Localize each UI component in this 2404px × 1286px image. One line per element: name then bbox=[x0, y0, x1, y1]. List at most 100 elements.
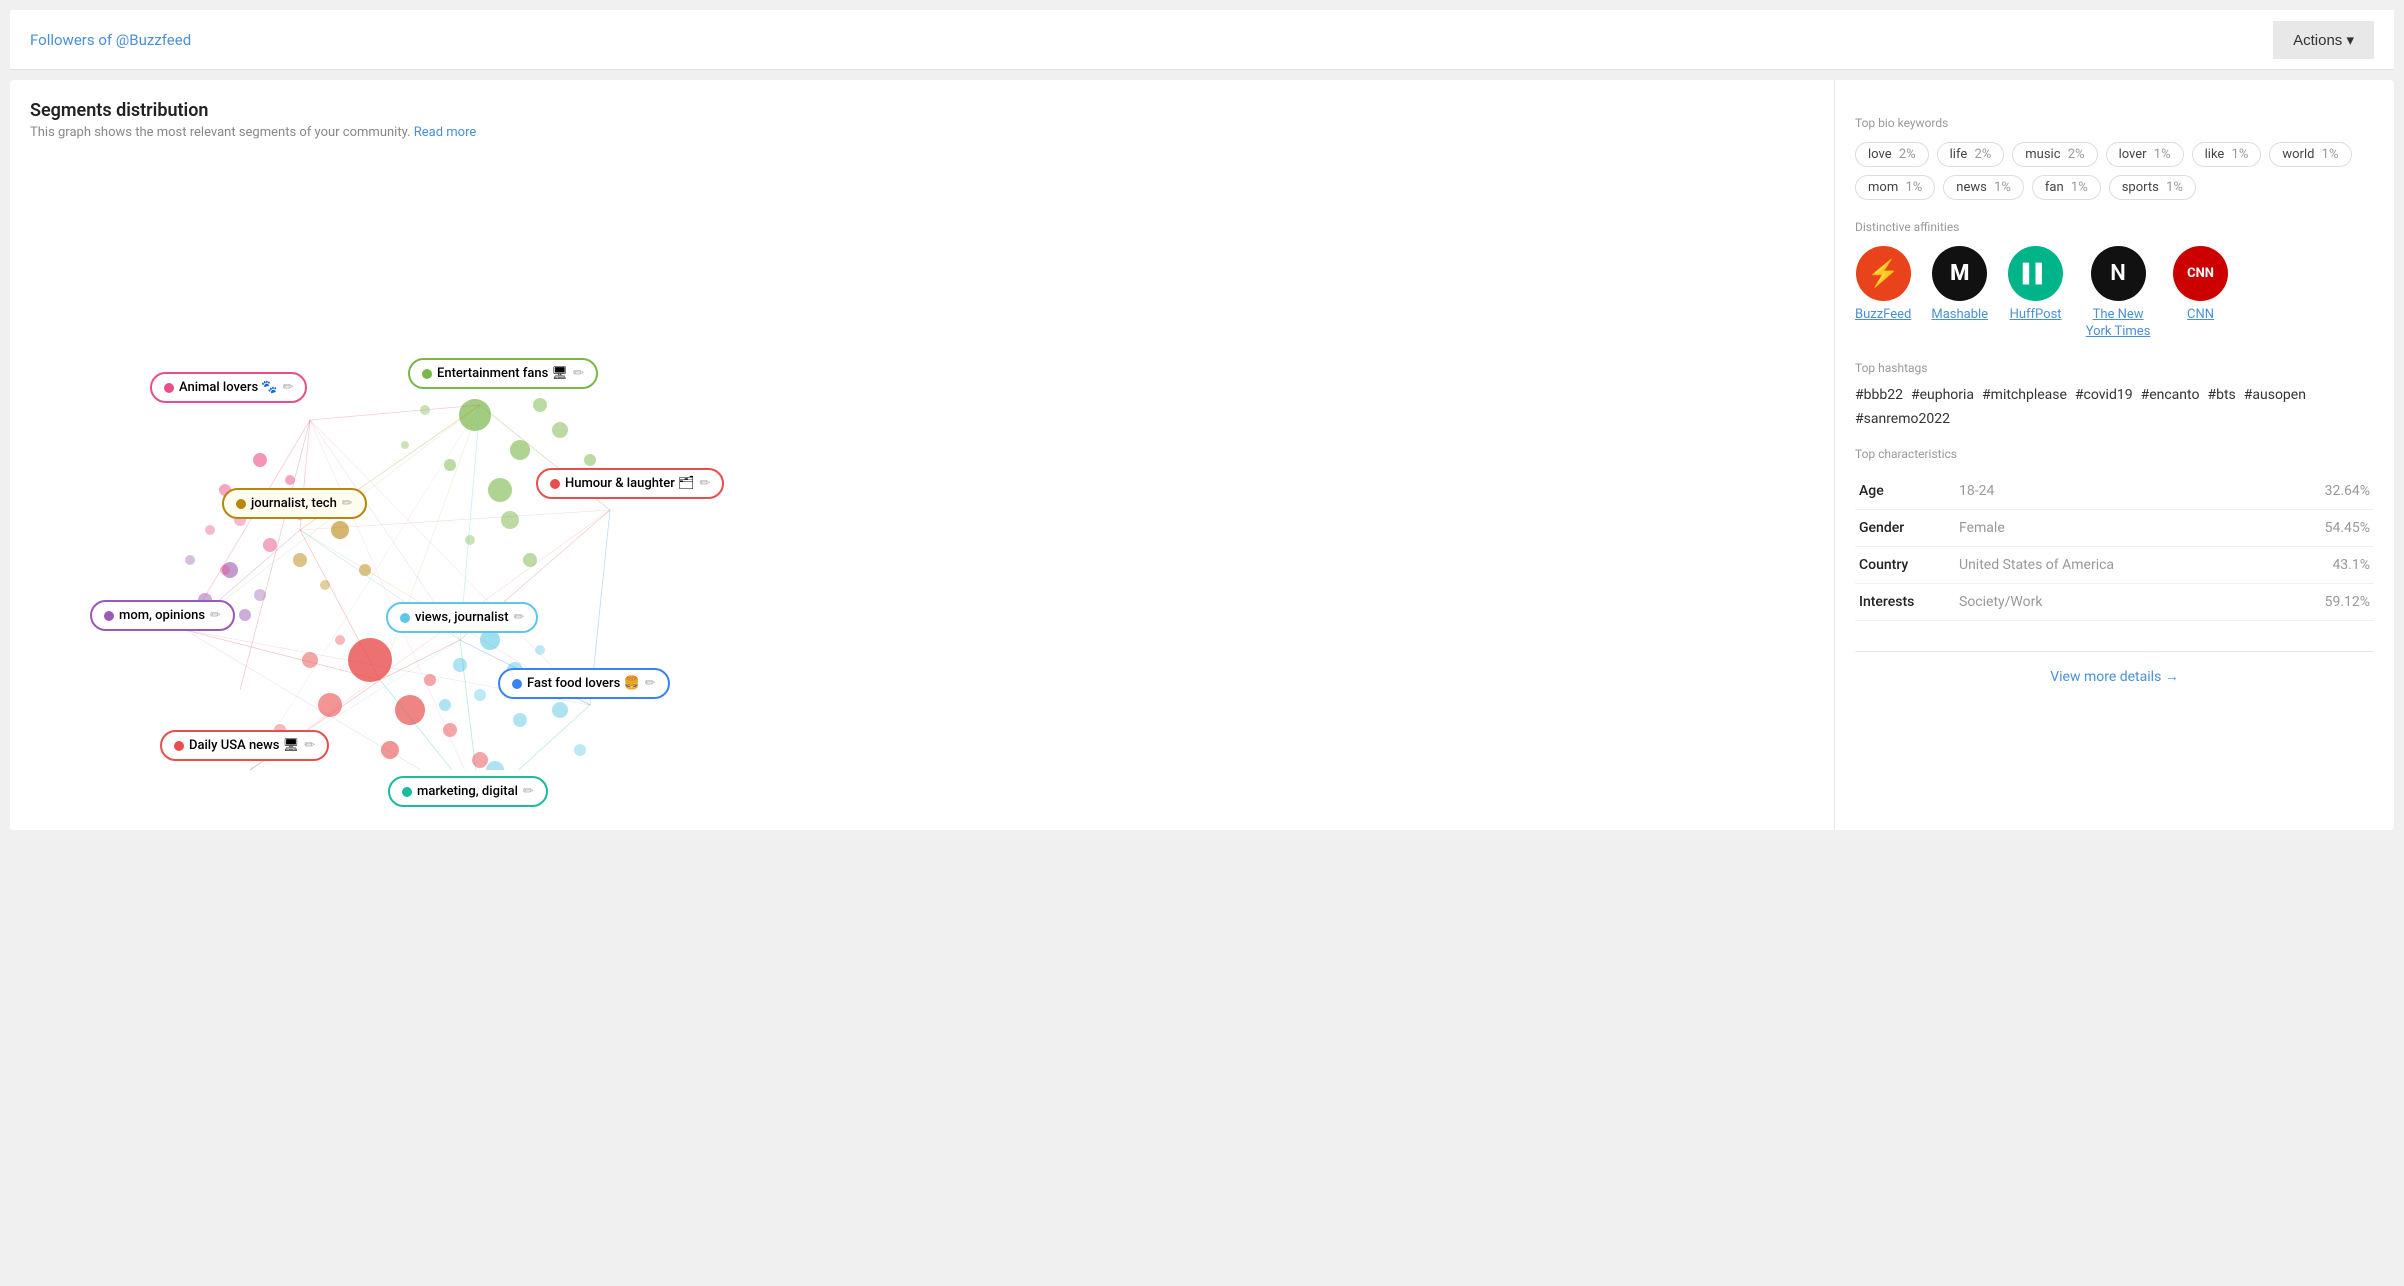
characteristic-row: Age 18-24 32.64% bbox=[1855, 473, 2374, 510]
hashtags-title: Top hashtags bbox=[1855, 361, 2374, 375]
hashtag[interactable]: #sanremo2022 bbox=[1855, 411, 1950, 427]
affinity-icon: ⚡ bbox=[1856, 246, 1911, 301]
char-value: United States of America bbox=[1955, 546, 2271, 583]
char-pct: 59.12% bbox=[2271, 583, 2374, 620]
graph-area: Animal lovers 🐾 ✏ Entertainment fans 🖥 ✏… bbox=[30, 150, 1804, 770]
segment-marketing-digital[interactable]: marketing, digital ✏ bbox=[388, 776, 548, 807]
right-panel: Top bio keywords love 2%life 2%music 2%l… bbox=[1834, 80, 2394, 830]
segment-mom-opinions[interactable]: mom, opinions ✏ bbox=[90, 600, 235, 631]
segment-label-text: journalist, tech bbox=[251, 496, 337, 511]
affinity-name[interactable]: CNN bbox=[2187, 307, 2214, 324]
affinity-icon: ▌▌ bbox=[2008, 246, 2063, 301]
bio-keyword: life 2% bbox=[1937, 142, 2005, 167]
bio-keyword: love 2% bbox=[1855, 142, 1929, 167]
hashtag[interactable]: #encanto bbox=[2141, 387, 2200, 403]
segment-dot bbox=[512, 679, 522, 689]
segment-daily-usa-news[interactable]: Daily USA news 🖥 ✏ bbox=[160, 730, 329, 761]
affinity-name[interactable]: The New York Times bbox=[2083, 307, 2153, 341]
segment-humour-laughter[interactable]: Humour & laughter 🗂 ✏ bbox=[536, 468, 724, 499]
affinity-icon: M bbox=[1932, 246, 1987, 301]
hashtag[interactable]: #covid19 bbox=[2075, 387, 2133, 403]
segment-dot bbox=[174, 741, 184, 751]
hashtag[interactable]: #bbb22 bbox=[1855, 387, 1903, 403]
segment-label-text: Humour & laughter 🗂 bbox=[565, 476, 695, 491]
edit-icon[interactable]: ✏ bbox=[573, 366, 584, 381]
char-pct: 43.1% bbox=[2271, 546, 2374, 583]
bio-keyword: fan 1% bbox=[2032, 175, 2101, 200]
char-label: Gender bbox=[1855, 509, 1955, 546]
bio-keyword: world 1% bbox=[2269, 142, 2351, 167]
page-wrapper: Followers of @Buzzfeed Actions ▾ Segment… bbox=[0, 0, 2404, 1286]
actions-button[interactable]: Actions ▾ bbox=[2273, 21, 2374, 59]
edit-icon[interactable]: ✏ bbox=[342, 496, 353, 511]
hashtag[interactable]: #euphoria bbox=[1911, 387, 1974, 403]
affinity-item[interactable]: ▌▌ HuffPost bbox=[2008, 246, 2063, 324]
segment-dot bbox=[402, 787, 412, 797]
edit-icon[interactable]: ✏ bbox=[645, 676, 656, 691]
segment-views-journalist[interactable]: views, journalist ✏ bbox=[386, 602, 538, 633]
segment-label-text: views, journalist bbox=[415, 610, 509, 625]
segment-label-text: marketing, digital bbox=[417, 784, 518, 799]
main-content: Segments distribution This graph shows t… bbox=[10, 80, 2394, 830]
affinities-row: ⚡ BuzzFeed M Mashable ▌▌ HuffPost N The … bbox=[1855, 246, 2374, 341]
segment-fast-food-lovers[interactable]: Fast food lovers 🍔 ✏ bbox=[498, 668, 670, 699]
view-more-link[interactable]: View more details → bbox=[1855, 651, 2374, 693]
hashtag[interactable]: #bts bbox=[2207, 387, 2235, 403]
edit-icon[interactable]: ✏ bbox=[304, 738, 315, 753]
segment-dot bbox=[422, 369, 432, 379]
network-graph-svg bbox=[30, 150, 1804, 770]
bio-keywords-container: love 2%life 2%music 2%lover 1%like 1%wor… bbox=[1855, 142, 2374, 200]
affinities-title: Distinctive affinities bbox=[1855, 220, 2374, 234]
segment-label-text: Fast food lovers 🍔 bbox=[527, 676, 640, 691]
read-more-link[interactable]: Read more bbox=[414, 125, 477, 140]
bio-keyword: sports 1% bbox=[2109, 175, 2196, 200]
edit-icon[interactable]: ✏ bbox=[523, 784, 534, 799]
left-panel: Segments distribution This graph shows t… bbox=[10, 80, 1824, 830]
segment-dot bbox=[236, 499, 246, 509]
segment-dot bbox=[164, 383, 174, 393]
bio-keyword: lover 1% bbox=[2106, 142, 2184, 167]
hashtag[interactable]: #mitchplease bbox=[1982, 387, 2067, 403]
edit-icon[interactable]: ✏ bbox=[700, 476, 711, 491]
segment-label-text: mom, opinions bbox=[119, 608, 205, 623]
affinity-item[interactable]: N The New York Times bbox=[2083, 246, 2153, 341]
affinity-icon: CNN bbox=[2173, 246, 2228, 301]
edit-icon[interactable]: ✏ bbox=[514, 610, 525, 625]
bio-keyword: mom 1% bbox=[1855, 175, 1935, 200]
affinity-name[interactable]: BuzzFeed bbox=[1855, 307, 1911, 324]
affinity-item[interactable]: M Mashable bbox=[1931, 246, 1988, 324]
segment-animal-lovers[interactable]: Animal lovers 🐾 ✏ bbox=[150, 372, 307, 403]
affinity-name[interactable]: HuffPost bbox=[2010, 307, 2062, 324]
affinity-item[interactable]: ⚡ BuzzFeed bbox=[1855, 246, 1911, 324]
char-pct: 32.64% bbox=[2271, 473, 2374, 510]
hashtag[interactable]: #ausopen bbox=[2244, 387, 2306, 403]
bio-keyword: like 1% bbox=[2192, 142, 2262, 167]
segment-dot bbox=[104, 611, 114, 621]
characteristic-row: Country United States of America 43.1% bbox=[1855, 546, 2374, 583]
breadcrumb[interactable]: Followers of @Buzzfeed bbox=[30, 31, 191, 49]
characteristic-row: Gender Female 54.45% bbox=[1855, 509, 2374, 546]
char-label: Country bbox=[1855, 546, 1955, 583]
affinity-name[interactable]: Mashable bbox=[1931, 307, 1988, 324]
hashtags-container: #bbb22 #euphoria #mitchplease #covid19 #enca… bbox=[1855, 387, 2374, 427]
segment-journalist-tech[interactable]: journalist, tech ✏ bbox=[222, 488, 367, 519]
segment-dot bbox=[550, 479, 560, 489]
edit-icon[interactable]: ✏ bbox=[210, 608, 221, 623]
bio-keywords-title: Top bio keywords bbox=[1855, 116, 2374, 130]
segment-label-text: Entertainment fans 🖥 bbox=[437, 366, 568, 381]
segment-dot bbox=[400, 613, 410, 623]
char-value: 18-24 bbox=[1955, 473, 2271, 510]
segment-label-text: Animal lovers 🐾 bbox=[179, 380, 278, 395]
char-value: Female bbox=[1955, 509, 2271, 546]
characteristic-row: Interests Society/Work 59.12% bbox=[1855, 583, 2374, 620]
char-value: Society/Work bbox=[1955, 583, 2271, 620]
segment-entertainment-fans[interactable]: Entertainment fans 🖥 ✏ bbox=[408, 358, 598, 389]
section-title: Segments distribution bbox=[30, 100, 1804, 121]
bio-keyword: news 1% bbox=[1943, 175, 2024, 200]
segment-label-text: Daily USA news 🖥 bbox=[189, 738, 299, 753]
affinity-icon: N bbox=[2091, 246, 2146, 301]
top-bar: Followers of @Buzzfeed Actions ▾ bbox=[10, 10, 2394, 70]
edit-icon[interactable]: ✏ bbox=[283, 380, 294, 395]
characteristics-table: Age 18-24 32.64% Gender Female 54.45% Co… bbox=[1855, 473, 2374, 621]
affinity-item[interactable]: CNN CNN bbox=[2173, 246, 2228, 324]
